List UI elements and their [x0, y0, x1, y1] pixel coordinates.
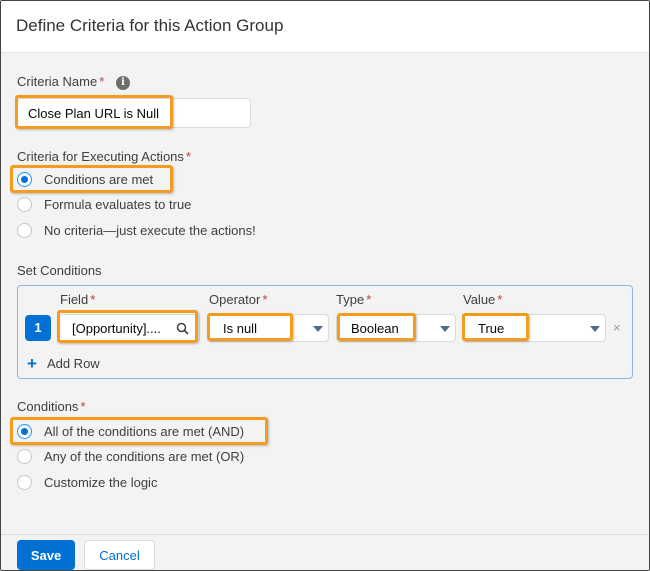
value-column-label: Value * — [463, 292, 503, 307]
radio-all-and[interactable]: All of the conditions are met (AND) — [17, 422, 244, 440]
add-row-button[interactable]: + Add Row — [27, 353, 100, 373]
field-lookup[interactable]: [Opportunity].... — [59, 314, 200, 342]
operator-select[interactable]: Is null — [208, 314, 329, 342]
field-column-label: Field * — [60, 292, 96, 307]
radio-unselected-icon[interactable] — [17, 474, 32, 490]
radio-no-criteria[interactable]: No criteria—just execute the actions! — [17, 221, 256, 239]
radio-formula[interactable]: Formula evaluates to true — [17, 195, 191, 213]
operator-column-label: Operator * — [209, 292, 268, 307]
chevron-down-icon — [440, 326, 450, 332]
dialog-title: Define Criteria for this Action Group — [16, 16, 284, 35]
info-icon[interactable]: i — [116, 76, 130, 90]
radio-any-or[interactable]: Any of the conditions are met (OR) — [17, 447, 244, 465]
remove-row-icon[interactable]: × — [613, 320, 621, 335]
criteria-name-input[interactable] — [17, 98, 251, 128]
criteria-dialog: Define Criteria for this Action Group Cr… — [0, 0, 650, 571]
cancel-button[interactable]: Cancel — [84, 540, 155, 570]
type-select[interactable]: Boolean — [336, 314, 456, 342]
radio-customize-logic[interactable]: Customize the logic — [17, 473, 157, 491]
row-number: 1 — [25, 315, 51, 341]
radio-selected-icon[interactable] — [17, 171, 32, 187]
chevron-down-icon — [590, 326, 600, 332]
dialog-header: Define Criteria for this Action Group — [1, 1, 649, 53]
save-button[interactable]: Save — [17, 540, 75, 570]
criteria-name-label: Criteria Name * — [17, 74, 105, 89]
radio-conditions-met[interactable]: Conditions are met — [17, 170, 153, 188]
radio-selected-icon[interactable] — [17, 423, 32, 439]
set-conditions-label: Set Conditions — [17, 263, 102, 278]
value-select[interactable]: True — [463, 314, 606, 342]
radio-unselected-icon[interactable] — [17, 196, 32, 212]
radio-unselected-icon[interactable] — [17, 222, 32, 238]
radio-unselected-icon[interactable] — [17, 448, 32, 464]
type-column-label: Type * — [336, 292, 372, 307]
chevron-down-icon — [313, 326, 323, 332]
plus-icon: + — [27, 353, 37, 373]
conditions-label: Conditions * — [17, 399, 86, 414]
search-icon — [176, 322, 189, 335]
executing-label: Criteria for Executing Actions * — [17, 149, 191, 164]
dialog-footer: Save Cancel — [1, 534, 649, 570]
conditions-table: Field * Operator * Type * Value * 1 [Opportu… — [17, 285, 633, 379]
